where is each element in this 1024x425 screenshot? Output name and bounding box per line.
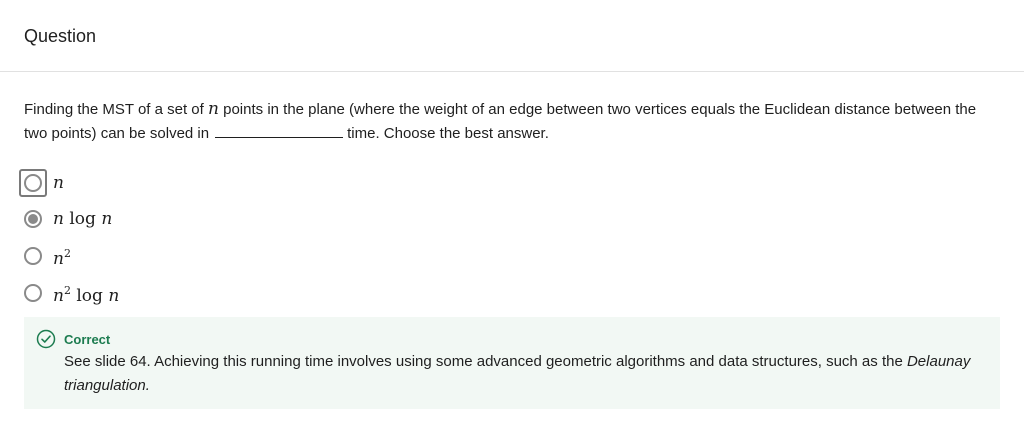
radio-wrap[interactable]	[19, 242, 47, 270]
question-variable: n	[208, 99, 219, 119]
radio-button[interactable]	[24, 284, 42, 302]
option-label[interactable]: n	[53, 169, 64, 197]
question-text-part1: Finding the MST of a set of	[24, 101, 204, 118]
feedback-explanation: See slide 64. Achieving this running tim…	[64, 350, 976, 398]
header-title: Question	[24, 26, 97, 46]
radio-focus-ring[interactable]	[19, 169, 47, 197]
question-header: Question	[0, 0, 1024, 72]
option-n2[interactable]: n2	[24, 242, 71, 270]
radio-button-selected[interactable]	[24, 210, 42, 228]
radio-button[interactable]	[24, 247, 42, 265]
option-label[interactable]: n2 log n	[53, 277, 119, 310]
option-nlogn[interactable]: n log n	[24, 205, 112, 233]
feedback-panel: Correct See slide 64. Achieving this run…	[24, 317, 1000, 409]
radio-wrap[interactable]	[19, 205, 47, 233]
option-label[interactable]: n log n	[53, 205, 112, 233]
question-content: Finding the MST of a set of n points in …	[0, 97, 1024, 311]
feedback-status: Correct	[64, 331, 111, 347]
question-text-part3: time. Choose the best answer.	[347, 125, 549, 142]
option-n2logn[interactable]: n2 log n	[24, 279, 119, 307]
feedback-header: Correct	[36, 329, 976, 349]
check-circle-icon	[36, 329, 56, 349]
feedback-text-part1: See slide 64. Achieving this running tim…	[64, 353, 903, 370]
radio-wrap[interactable]	[19, 279, 47, 307]
answer-blank	[215, 123, 344, 138]
question-prompt: Finding the MST of a set of n points in …	[24, 97, 1000, 146]
answer-options: n n log n n2 n2 log n	[19, 169, 1000, 311]
radio-selected-dot	[28, 214, 38, 224]
radio-button[interactable]	[24, 174, 42, 192]
option-label[interactable]: n2	[53, 240, 71, 273]
option-n[interactable]: n	[19, 169, 64, 197]
